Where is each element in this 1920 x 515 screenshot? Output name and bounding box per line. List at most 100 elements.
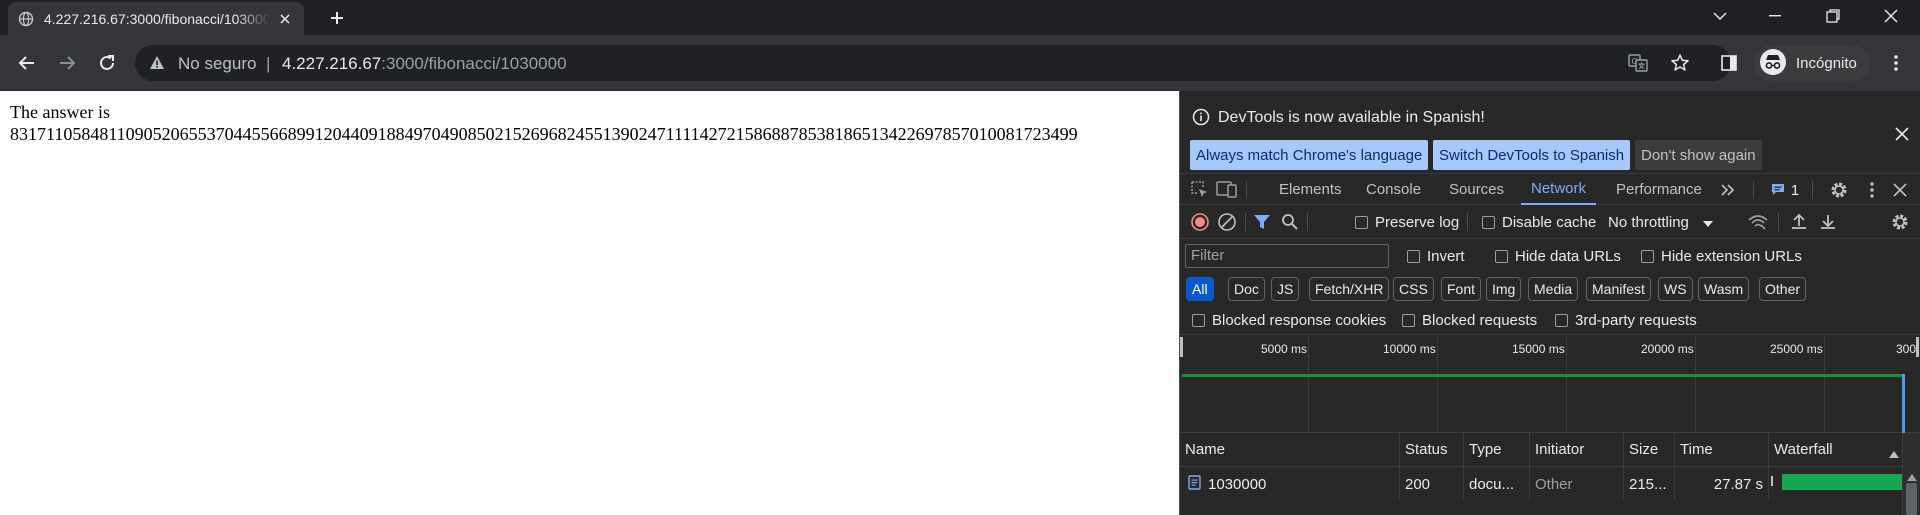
stop-recording-icon[interactable]: [1189, 211, 1211, 233]
type-filter-font[interactable]: Font: [1441, 277, 1482, 301]
type-filter-js[interactable]: JS: [1271, 277, 1300, 301]
checkbox-box[interactable]: [1355, 216, 1368, 229]
issues-button[interactable]: 1: [1765, 179, 1805, 201]
hide-data-urls-checkbox[interactable]: Hide data URLs: [1495, 248, 1621, 265]
search-icon[interactable]: [1279, 211, 1301, 233]
tab-strip: 4.227.216.67:3000/fibonacci/1030000: [0, 0, 1920, 35]
import-har-upload-icon[interactable]: [1788, 211, 1810, 233]
requests-table-header: Name Status Type Initiator Size Time Wat…: [1180, 433, 1920, 467]
always-match-language-button[interactable]: Always match Chrome's language: [1190, 140, 1429, 170]
device-toolbar-icon[interactable]: [1216, 178, 1238, 200]
filter-input[interactable]: Filter: [1185, 244, 1389, 268]
issues-message-icon: [1771, 182, 1785, 199]
network-overview-timeline[interactable]: 5000 ms 10000 ms 15000 ms 20000 ms 25000…: [1180, 335, 1920, 433]
timeline-tick-label: 10000 ms: [1383, 342, 1436, 356]
column-header-initiator[interactable]: Initiator: [1529, 433, 1623, 466]
third-party-requests-checkbox[interactable]: 3rd-party requests: [1555, 312, 1697, 329]
invert-checkbox[interactable]: Invert: [1407, 248, 1465, 265]
new-tab-button[interactable]: [323, 6, 351, 30]
type-filter-ws[interactable]: WS: [1658, 277, 1693, 301]
column-header-status[interactable]: Status: [1399, 433, 1463, 466]
forward-button[interactable]: [51, 47, 83, 79]
disable-cache-checkbox[interactable]: Disable cache: [1482, 214, 1596, 231]
type-filter-css[interactable]: CSS: [1393, 277, 1434, 301]
tab-elements[interactable]: Elements: [1269, 174, 1352, 205]
url-path: :3000/fibonacci/1030000: [381, 54, 567, 73]
column-header-time[interactable]: Time: [1674, 433, 1768, 466]
type-filter-other[interactable]: Other: [1759, 277, 1807, 301]
toolbar-divider: [1467, 213, 1468, 231]
browser-tab[interactable]: 4.227.216.67:3000/fibonacci/1030000: [8, 2, 304, 35]
warning-icon[interactable]: [149, 55, 165, 71]
type-filter-media[interactable]: Media: [1528, 277, 1579, 301]
request-name-cell[interactable]: 1030000: [1180, 467, 1399, 501]
settings-gear-icon[interactable]: [1828, 179, 1850, 201]
scrollbar-thumb[interactable]: [1906, 483, 1917, 515]
address-bar[interactable]: No seguro | 4.227.216.67:3000/fibonacci/…: [135, 45, 1731, 81]
type-filter-img[interactable]: Img: [1486, 277, 1522, 301]
export-har-download-icon[interactable]: [1817, 211, 1839, 233]
hide-extension-urls-checkbox[interactable]: Hide extension URLs: [1641, 248, 1802, 265]
network-conditions-icon[interactable]: [1747, 211, 1769, 233]
network-settings-gear-icon[interactable]: [1889, 211, 1911, 233]
reload-button[interactable]: [91, 47, 123, 79]
switch-to-spanish-button[interactable]: Switch DevTools to Spanish: [1433, 140, 1631, 170]
table-scrollbar[interactable]: [1902, 433, 1920, 515]
type-filter-fetch-xhr[interactable]: Fetch/XHR: [1309, 277, 1390, 301]
tab-console[interactable]: Console: [1356, 174, 1431, 205]
overview-request-bar: [1182, 374, 1902, 377]
inspect-element-icon[interactable]: [1188, 178, 1210, 200]
more-tabs-chevron-icon[interactable]: [1717, 179, 1739, 201]
column-header-waterfall[interactable]: Waterfall: [1768, 433, 1903, 466]
minimize-button[interactable]: [1752, 0, 1798, 32]
sort-ascending-icon: [1889, 445, 1899, 462]
overview-right-handle[interactable]: [1916, 337, 1919, 357]
checkbox-box[interactable]: [1495, 250, 1508, 263]
column-header-type[interactable]: Type: [1463, 433, 1529, 466]
preserve-log-checkbox[interactable]: Preserve log: [1355, 214, 1459, 231]
side-panel-icon[interactable]: [1713, 47, 1745, 79]
customize-kebab-icon[interactable]: [1861, 179, 1883, 201]
type-filter-doc[interactable]: Doc: [1228, 277, 1265, 301]
blocked-response-cookies-checkbox[interactable]: Blocked response cookies: [1192, 312, 1386, 329]
checkbox-box[interactable]: [1402, 314, 1415, 327]
type-filter-manifest[interactable]: Manifest: [1586, 277, 1651, 301]
blocked-requests-checkbox[interactable]: Blocked requests: [1402, 312, 1537, 329]
throttling-select[interactable]: No throttling: [1608, 212, 1713, 232]
clear-icon[interactable]: [1216, 211, 1238, 233]
tab-performance[interactable]: Performance: [1606, 174, 1712, 205]
checkbox-box[interactable]: [1555, 314, 1568, 327]
tab-close-icon[interactable]: [276, 10, 294, 28]
timeline-tick-label: 5000 ms: [1261, 342, 1308, 356]
tab-sources[interactable]: Sources: [1439, 174, 1514, 205]
checkbox-box[interactable]: [1482, 216, 1495, 229]
infobar-close-icon[interactable]: [1893, 125, 1911, 143]
checkbox-box[interactable]: [1641, 250, 1654, 263]
column-header-size[interactable]: Size: [1623, 433, 1674, 466]
tab-search-icon[interactable]: [1697, 0, 1743, 32]
security-status[interactable]: No seguro: [178, 54, 256, 74]
close-devtools-icon[interactable]: [1889, 179, 1911, 201]
checkbox-box[interactable]: [1407, 250, 1420, 263]
maximize-button[interactable]: [1810, 0, 1856, 32]
menu-kebab-icon[interactable]: [1880, 47, 1912, 79]
incognito-profile-button[interactable]: Incógnito: [1754, 45, 1870, 81]
bookmark-star-icon[interactable]: [1670, 53, 1690, 73]
table-row[interactable]: 1030000 200 docu... Other 215... 27.87 s: [1180, 467, 1920, 501]
type-filter-all[interactable]: All: [1186, 277, 1214, 301]
filter-funnel-icon[interactable]: [1251, 211, 1273, 233]
overview-left-handle[interactable]: [1180, 337, 1183, 357]
url-text[interactable]: 4.227.216.67:3000/fibonacci/1030000: [282, 54, 567, 74]
translate-icon[interactable]: G: [1628, 53, 1648, 73]
close-window-button[interactable]: [1868, 0, 1914, 32]
back-button[interactable]: [11, 47, 43, 79]
url-host: 4.227.216.67: [282, 54, 382, 73]
column-header-name[interactable]: Name: [1180, 433, 1399, 466]
scroll-up-arrow-icon[interactable]: [1907, 469, 1917, 484]
blocked-filters-row: Blocked response cookies Blocked request…: [1180, 305, 1920, 335]
dont-show-again-button[interactable]: Don't show again: [1635, 140, 1762, 170]
waterfall-bar: [1782, 474, 1906, 490]
checkbox-box[interactable]: [1192, 314, 1205, 327]
type-filter-wasm[interactable]: Wasm: [1698, 277, 1750, 301]
tab-network[interactable]: Network: [1521, 174, 1597, 205]
